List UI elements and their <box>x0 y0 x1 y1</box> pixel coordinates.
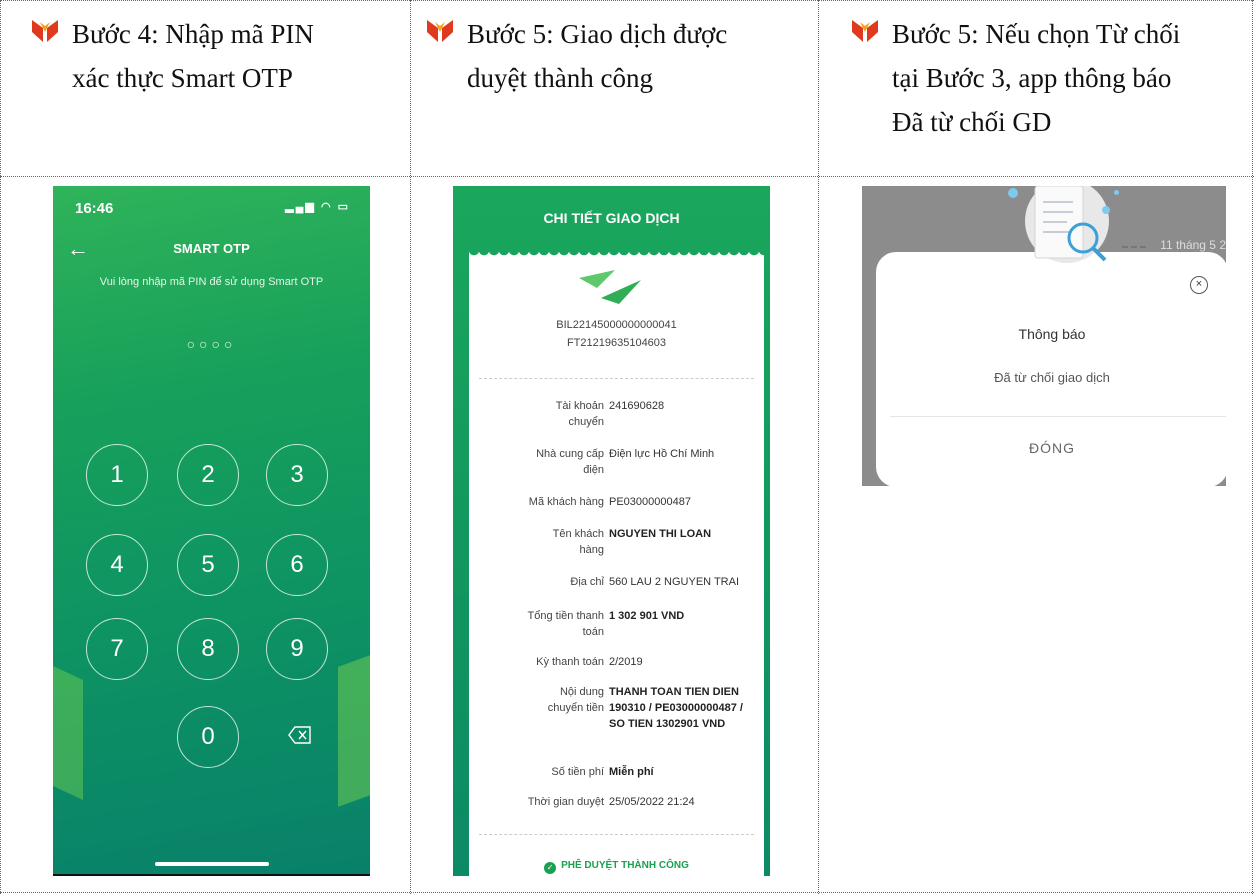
keypad-8[interactable]: 8 <box>177 618 239 680</box>
step-5-reject-line3: Đã từ chối GD <box>892 107 1052 137</box>
red-arrow-bullet-icon <box>852 20 878 42</box>
status-time: 16:46 <box>75 200 114 217</box>
row-label: Tên khách hàng <box>552 528 604 556</box>
home-indicator <box>155 862 269 866</box>
keypad-6[interactable]: 6 <box>266 534 328 596</box>
step-4-line1: Bước 4: Nhập mã PIN <box>72 19 314 49</box>
smart-otp-screenshot: 16:46 ▂▄▆ ◠ ▭ ← SMART OTP Vui lòng nhập … <box>53 186 370 876</box>
row-value: 2/2019 <box>609 656 643 668</box>
step-5-line2: duyệt thành công <box>467 63 653 93</box>
row-value: THANH TOAN TIEN DIEN 190310 / PE03000000… <box>609 686 743 730</box>
table-border-right <box>1252 0 1253 894</box>
receipt-header: CHI TIẾT GIAO DỊCH <box>543 210 680 226</box>
keypad-5[interactable]: 5 <box>177 534 239 596</box>
red-arrow-bullet-icon <box>32 20 58 42</box>
row-value: 1 302 901 VND <box>609 610 685 622</box>
row-label: Mã khách hàng <box>528 496 604 508</box>
table-border-left <box>0 0 1 894</box>
table-border-top <box>0 0 1254 1</box>
row-label: Nội dung chuyển tiền <box>547 686 604 714</box>
step-5-reject-heading: Bước 5: Nếu chọn Từ chối tại Bước 3, app… <box>850 12 1245 144</box>
row-value: 241690628 <box>609 400 665 412</box>
row-value: 25/05/2022 21:24 <box>609 796 695 808</box>
close-dialog-button[interactable]: ĐÓNG <box>876 440 1226 456</box>
keypad-7[interactable]: 7 <box>86 618 148 680</box>
row-label: Tổng tiền thanh toán <box>527 610 604 638</box>
table-border-header <box>0 176 1254 177</box>
background-date: 11 tháng 5 2 <box>1160 238 1226 252</box>
divider <box>479 378 754 379</box>
row-value: PE03000000487 <box>609 496 691 508</box>
step-5-reject-line1: Bước 5: Nếu chọn Từ chối <box>892 19 1181 49</box>
divider <box>479 834 754 835</box>
row-label: Tài khoản chuyển <box>555 400 604 428</box>
notice-dialog: Thông báo Đã từ chối giao dịch ĐÓNG × <box>876 252 1226 486</box>
keypad-9[interactable]: 9 <box>266 618 328 680</box>
keypad-3[interactable]: 3 <box>266 444 328 506</box>
image-underline <box>53 874 370 876</box>
paper-plane-icon <box>579 270 641 304</box>
keypad-1[interactable]: 1 <box>86 444 148 506</box>
step-5-heading: Bước 5: Giao dịch được duyệt thành công <box>425 12 810 100</box>
keypad-4[interactable]: 4 <box>86 534 148 596</box>
screen-title: SMART OTP <box>173 241 250 256</box>
receipt-card: BIL22145000000000041 FT21219635104603 Tà… <box>469 258 764 876</box>
document-search-icon <box>1025 186 1109 263</box>
row-label: Thời gian duyệt <box>527 796 604 808</box>
transaction-refs: BIL22145000000000041 FT21219635104603 <box>469 316 764 352</box>
row-value: 560 LAU 2 NGUYEN TRAI <box>609 576 740 588</box>
row-label: Nhà cung cấp điện <box>536 448 604 476</box>
red-arrow-bullet-icon <box>427 20 453 42</box>
row-value: Miễn phí <box>609 766 654 778</box>
check-circle-icon: ✓ <box>544 862 557 874</box>
decor-shape <box>53 652 83 800</box>
close-icon[interactable]: × <box>1190 276 1208 294</box>
dialog-message: Đã từ chối giao dịch <box>994 370 1110 385</box>
keypad-0[interactable]: 0 <box>177 706 239 768</box>
status-icons: ▂▄▆ ◠ ▭ <box>285 201 350 213</box>
step-4-heading: Bước 4: Nhập mã PIN xác thực Smart OTP <box>30 12 402 100</box>
step-5-line1: Bước 5: Giao dịch được <box>467 19 728 49</box>
status-bar: 16:46 ▂▄▆ ◠ ▭ <box>75 200 350 217</box>
rejected-notice-screenshot: 11 tháng 5 2 Thông báo Đã từ chối giao d… <box>862 186 1226 486</box>
background-dashed-line <box>1122 246 1146 248</box>
keypad-2[interactable]: 2 <box>177 444 239 506</box>
row-label: Địa chỉ <box>570 576 604 588</box>
dialog-title: Thông báo <box>1018 326 1086 342</box>
decor-dot <box>1008 188 1018 198</box>
row-label: Số tiền phí <box>551 766 604 778</box>
approval-status-label: PHÊ DUYỆT THÀNH CÔNG <box>561 860 689 871</box>
row-label: Kỳ thanh toán <box>536 656 604 668</box>
decor-dot <box>1114 190 1119 195</box>
row-value: NGUYEN THI LOAN <box>609 528 712 540</box>
approval-status: ✓ PHÊ DUYỆT THÀNH CÔNG <box>469 860 764 874</box>
backspace-icon[interactable] <box>288 726 312 744</box>
pin-indicator: ○○○○ <box>186 336 237 352</box>
ft-reference: FT21219635104603 <box>566 337 667 349</box>
row-value: Điện lực Hồ Chí Minh <box>609 448 715 460</box>
pin-instruction: Vui lòng nhập mã PIN để sử dụng Smart OT… <box>99 276 324 288</box>
decor-shape <box>338 645 370 807</box>
table-border-col2 <box>818 0 819 894</box>
table-border-col1 <box>410 0 411 894</box>
dialog-divider <box>890 416 1226 417</box>
step-4-line2: xác thực Smart OTP <box>72 63 293 93</box>
bill-reference: BIL22145000000000041 <box>556 319 677 331</box>
table-border-bottom <box>0 892 1254 893</box>
transaction-detail-screenshot: CHI TIẾT GIAO DỊCH BIL22145000000000041 … <box>453 186 770 876</box>
decor-dot <box>1102 206 1110 214</box>
step-5-reject-line2: tại Bước 3, app thông báo <box>892 63 1172 93</box>
